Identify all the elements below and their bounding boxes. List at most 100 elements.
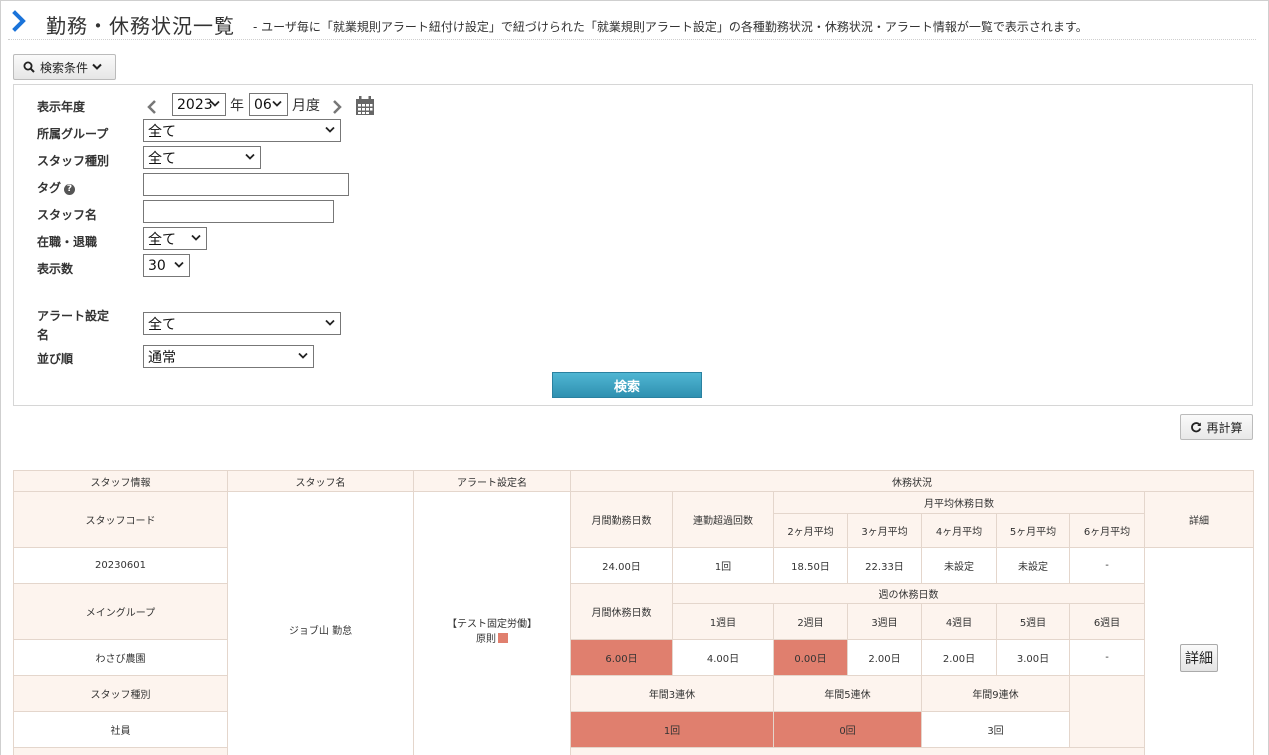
table-row: メイングループ 月間休務日数 週の休務日数 bbox=[13, 583, 1254, 640]
table-row: 20230601 24.00日 1回 18.50日 22.33日 未設定 未設定… bbox=[13, 547, 1254, 755]
col-header-staff-name: スタッフ名 bbox=[227, 470, 414, 492]
weekly-rest-days-header: 週の休務日数 bbox=[672, 583, 1145, 604]
consecutive-over-header: 連勤超過回数 bbox=[672, 491, 774, 548]
alert-name-line1: 【テスト固定労働】 bbox=[447, 618, 537, 630]
group-label: 所属グループ bbox=[37, 127, 109, 141]
avg-2m-value: 18.50日 bbox=[773, 547, 848, 584]
avg-5m-header: 5ヶ月平均 bbox=[996, 513, 1070, 548]
avg-3m-header: 3ヶ月平均 bbox=[847, 513, 922, 548]
col-header-alert-name: アラート設定名 bbox=[413, 470, 571, 492]
avg-3m-value: 22.33日 bbox=[847, 547, 922, 584]
alert-name-line2: 原則 bbox=[415, 630, 570, 645]
table-row bbox=[13, 747, 1254, 755]
chevron-down-icon bbox=[325, 319, 335, 326]
week6-header: 6週目 bbox=[1069, 603, 1145, 640]
sort-select[interactable]: 通常 bbox=[143, 345, 314, 368]
table-row: スタッフ種別 年間3連休 年間5連休 年間9連休 bbox=[13, 675, 1254, 748]
col-header-staff-info: スタッフ情報 bbox=[13, 470, 228, 492]
annual-3-header: 年間3連休 bbox=[570, 675, 774, 712]
employment-label: 在職・退職 bbox=[37, 235, 98, 249]
recalculate-label: 再計算 bbox=[1206, 420, 1243, 435]
alert-setting-label-2: 名 bbox=[37, 328, 50, 342]
annual-3-value: 1回 bbox=[570, 711, 774, 748]
search-conditions-label: 検索条件 bbox=[40, 60, 89, 75]
truncated-row-cell bbox=[13, 747, 228, 755]
avg-4m-header: 4ヶ月平均 bbox=[921, 513, 997, 548]
tag-input[interactable] bbox=[143, 173, 349, 196]
staff-name-input[interactable] bbox=[143, 200, 334, 223]
annual-9-value: 3回 bbox=[921, 711, 1070, 748]
search-button[interactable]: 検索 bbox=[552, 372, 702, 398]
calendar-icon[interactable] bbox=[355, 96, 375, 116]
week2-header: 2週目 bbox=[773, 603, 848, 640]
table-row: スタッフ情報 スタッフ名 アラート設定名 休務状況 bbox=[13, 470, 1254, 492]
prev-month-icon[interactable] bbox=[146, 99, 158, 115]
table-row: わさび農園 6.00日 4.00日 0.00日 2.00日 2.00日 3.00… bbox=[13, 639, 1254, 676]
page-description: - ユーザ毎に「就業規則アラート紐付け設定」で紐づけられた「就業規則アラート設定… bbox=[253, 20, 1088, 34]
status-table: スタッフ情報 スタッフ名 アラート設定名 休務状況 スタッフコード ジョブ山 勤… bbox=[13, 470, 1254, 755]
week4-header: 4週目 bbox=[921, 603, 997, 640]
alert-setting-label-1: アラート設定 bbox=[37, 309, 110, 323]
chevron-down-icon bbox=[92, 63, 102, 70]
table-row: スタッフコード ジョブ山 勤怠 【テスト固定労働】 原則 月間勤務日数 連勤超過… bbox=[13, 491, 1254, 755]
chevron-right-icon bbox=[12, 10, 26, 32]
staff-type-select[interactable]: 全て bbox=[143, 146, 261, 169]
work-days-value: 24.00日 bbox=[570, 547, 673, 584]
recalculate-button[interactable]: 再計算 bbox=[1180, 414, 1253, 440]
display-count-select[interactable]: 30 bbox=[143, 254, 190, 277]
detail-header: 詳細 bbox=[1144, 491, 1254, 548]
annual-9-header: 年間9連休 bbox=[921, 675, 1070, 712]
annual-5-header: 年間5連休 bbox=[773, 675, 922, 712]
search-conditions-toggle[interactable]: 検索条件 bbox=[13, 54, 116, 80]
year-unit: 年 bbox=[230, 98, 244, 114]
staff-type-label: スタッフ種別 bbox=[37, 154, 110, 168]
group-select[interactable]: 全て bbox=[143, 119, 341, 142]
tag-label: タグ? bbox=[37, 179, 76, 196]
detail-button[interactable]: 詳細 bbox=[1180, 643, 1218, 672]
staff-type-select-value: 全て bbox=[148, 150, 176, 167]
alert-name-cell: 【テスト固定労働】 原則 bbox=[413, 491, 571, 755]
avg-6m-header: 6ヶ月平均 bbox=[1069, 513, 1145, 548]
col-header-rest-status: 休務状況 bbox=[570, 470, 1254, 492]
page-title: 勤務・休務状況一覧 bbox=[46, 14, 235, 38]
staff-code-label: スタッフコード bbox=[13, 491, 228, 548]
sort-label: 並び順 bbox=[37, 352, 74, 366]
month-unit: 月度 bbox=[292, 98, 320, 114]
monthly-avg-rest-header: 月平均休務日数 bbox=[773, 491, 1145, 514]
month-select[interactable]: 06 bbox=[249, 93, 288, 116]
avg-5m-value: 未設定 bbox=[996, 547, 1070, 584]
week4-value: 2.00日 bbox=[921, 639, 997, 676]
staff-type-label-cell: スタッフ種別 bbox=[13, 675, 228, 712]
chevron-down-icon bbox=[174, 261, 184, 268]
empty-cell bbox=[1069, 675, 1145, 748]
detail-cell: 詳細 bbox=[1144, 547, 1254, 755]
main-group-value: わさび農園 bbox=[13, 639, 228, 676]
sort-select-value: 通常 bbox=[148, 349, 176, 366]
chevron-down-icon bbox=[191, 234, 201, 241]
monthly-work-days-header: 月間勤務日数 bbox=[570, 491, 673, 548]
tag-label-text: タグ bbox=[37, 181, 62, 195]
year-select[interactable]: 2023 bbox=[172, 93, 226, 116]
alert-name-rule: 原則 bbox=[476, 633, 496, 645]
employment-select-value: 全て bbox=[148, 231, 176, 248]
next-month-icon[interactable] bbox=[331, 99, 343, 115]
alert-setting-select[interactable]: 全て bbox=[143, 312, 341, 335]
week3-value: 2.00日 bbox=[847, 639, 922, 676]
avg-6m-value: - bbox=[1069, 547, 1145, 584]
over-count-value: 1回 bbox=[672, 547, 774, 584]
main-group-label: メイングループ bbox=[13, 583, 228, 640]
employment-select[interactable]: 全て bbox=[143, 227, 207, 250]
annual-5-value: 0回 bbox=[773, 711, 922, 748]
refresh-icon bbox=[1191, 422, 1202, 433]
staff-code-value: 20230601 bbox=[13, 547, 228, 584]
month-select-value: 06 bbox=[254, 96, 272, 113]
display-count-label: 表示数 bbox=[37, 262, 74, 276]
alert-setting-select-value: 全て bbox=[148, 316, 176, 333]
monthly-rest-days-header: 月間休務日数 bbox=[570, 583, 673, 640]
search-icon bbox=[23, 61, 35, 73]
chevron-down-icon bbox=[298, 352, 308, 359]
week5-value: 3.00日 bbox=[996, 639, 1070, 676]
staff-name-label: スタッフ名 bbox=[37, 208, 98, 222]
week5-header: 5週目 bbox=[996, 603, 1070, 640]
help-icon[interactable]: ? bbox=[64, 184, 76, 195]
